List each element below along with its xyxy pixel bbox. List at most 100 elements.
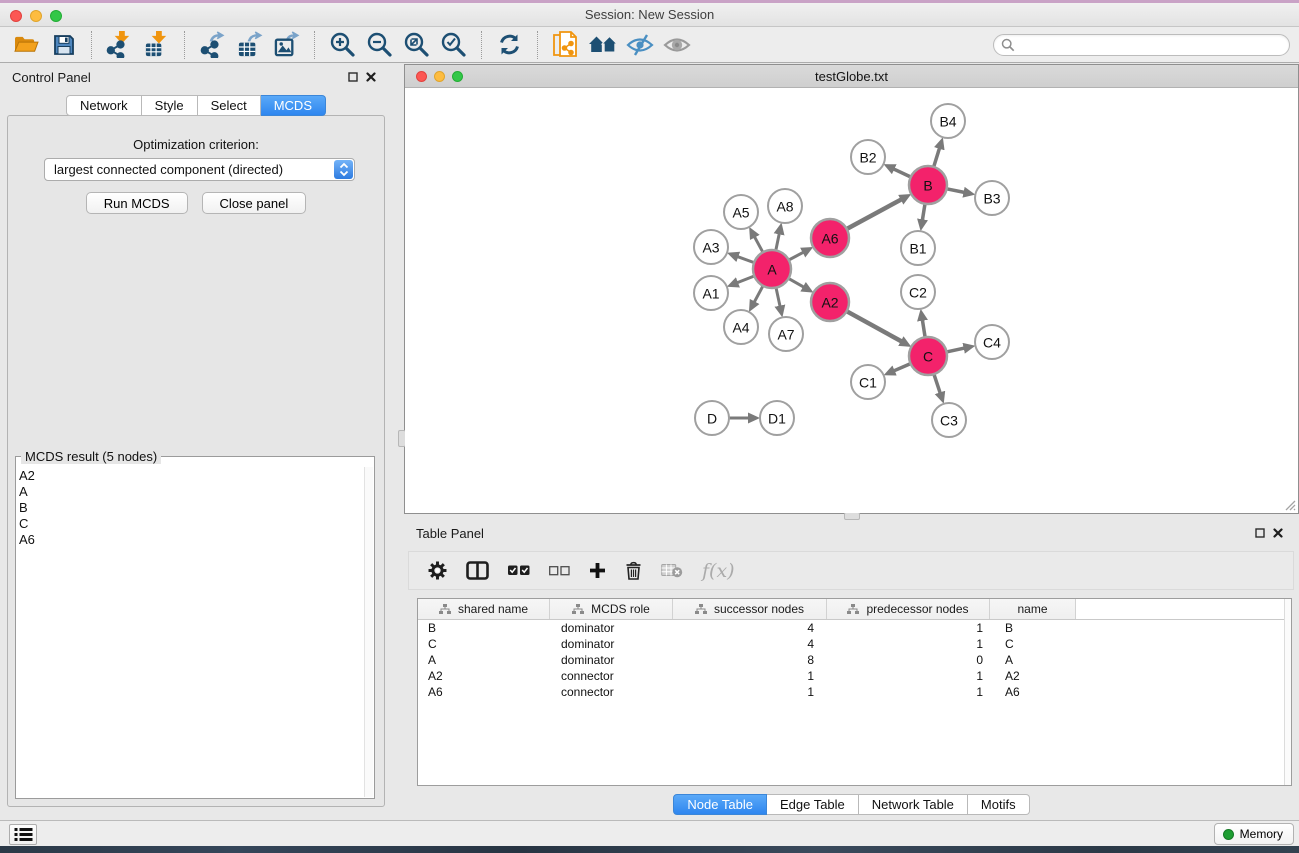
table-scrollbar[interactable] — [1284, 599, 1291, 785]
edge-A-A8[interactable] — [776, 232, 780, 250]
float-table-panel-button[interactable] — [1251, 525, 1269, 541]
delete-column-button[interactable] — [625, 561, 642, 580]
memory-status-button[interactable]: Memory — [1214, 823, 1294, 845]
minimize-network-button[interactable] — [434, 71, 445, 82]
mcds-result-item[interactable]: A2 — [19, 468, 362, 484]
close-mcds-panel-button[interactable]: Close panel — [202, 192, 307, 214]
zoom-window-button[interactable] — [50, 10, 62, 22]
table-tab-edge-table[interactable]: Edge Table — [767, 794, 859, 815]
edge-A-A1[interactable] — [736, 276, 754, 283]
edge-A-A2[interactable] — [789, 278, 805, 287]
node-A8[interactable]: A8 — [768, 189, 802, 223]
tab-select[interactable]: Select — [198, 95, 261, 116]
node-C2[interactable]: C2 — [901, 275, 935, 309]
toggle-column-view-button[interactable] — [466, 561, 489, 580]
node-B3[interactable]: B3 — [975, 181, 1009, 215]
save-session-button[interactable] — [45, 28, 82, 61]
column-header-MCDS-role[interactable]: MCDS role — [550, 599, 673, 619]
node-A2[interactable]: A2 — [811, 283, 849, 321]
table-tab-network-table[interactable]: Network Table — [859, 794, 968, 815]
table-row[interactable]: Cdominator41C — [418, 636, 1291, 652]
zoom-fit-button[interactable] — [398, 28, 435, 61]
node-C[interactable]: C — [909, 337, 947, 375]
show-hidden-button[interactable] — [658, 28, 695, 61]
mcds-result-item[interactable]: B — [19, 500, 362, 516]
table-tab-node-table[interactable]: Node Table — [673, 794, 767, 815]
select-all-button[interactable] — [508, 565, 530, 576]
zoom-in-button[interactable] — [324, 28, 361, 61]
run-mcds-button[interactable]: Run MCDS — [86, 192, 188, 214]
import-network-button[interactable] — [101, 28, 138, 61]
tab-style[interactable]: Style — [142, 95, 198, 116]
edge-A6-B[interactable] — [847, 199, 903, 229]
hide-selected-button[interactable] — [621, 28, 658, 61]
column-header-name[interactable]: name — [990, 599, 1076, 619]
node-C4[interactable]: C4 — [975, 325, 1009, 359]
node-B4[interactable]: B4 — [931, 104, 965, 138]
edge-B-B4[interactable] — [934, 147, 940, 167]
zoom-selected-button[interactable] — [435, 28, 472, 61]
zoom-network-button[interactable] — [452, 71, 463, 82]
node-A4[interactable]: A4 — [724, 310, 758, 344]
column-header-shared-name[interactable]: shared name — [418, 599, 550, 619]
open-session-button[interactable] — [8, 28, 45, 61]
export-image-button[interactable] — [268, 28, 305, 61]
result-scrollbar[interactable] — [364, 467, 373, 797]
network-canvas[interactable]: B4B2BB3A5A8A6A3B1AA1C2A2A4A7C4CC1C3DD1 — [405, 89, 1298, 513]
function-builder-button[interactable]: f(x) — [702, 560, 735, 582]
close-network-button[interactable] — [416, 71, 427, 82]
tab-mcds[interactable]: MCDS — [261, 95, 326, 116]
edge-A-A7[interactable] — [776, 288, 780, 308]
node-B2[interactable]: B2 — [851, 140, 885, 174]
search-field[interactable] — [993, 34, 1290, 56]
node-A7[interactable]: A7 — [769, 317, 803, 351]
refresh-layout-button[interactable] — [491, 28, 528, 61]
node-A6[interactable]: A6 — [811, 219, 849, 257]
zoom-out-button[interactable] — [361, 28, 398, 61]
edge-C-C4[interactable] — [947, 348, 966, 352]
deselect-all-button[interactable] — [549, 566, 570, 576]
edge-A-A4[interactable] — [754, 286, 763, 303]
edge-B-B1[interactable] — [922, 204, 925, 222]
node-A1[interactable]: A1 — [694, 276, 728, 310]
column-header-predecessor-nodes[interactable]: predecessor nodes — [827, 599, 990, 619]
create-column-button[interactable] — [589, 562, 606, 579]
node-C1[interactable]: C1 — [851, 365, 885, 399]
edge-B-B3[interactable] — [947, 189, 966, 193]
edge-C-C2[interactable] — [922, 319, 925, 338]
edge-A-A5[interactable] — [754, 236, 763, 253]
node-A3[interactable]: A3 — [694, 230, 728, 264]
table-row[interactable]: Adominator80A — [418, 652, 1291, 668]
table-row[interactable]: Bdominator41B — [418, 620, 1291, 636]
close-table-panel-button[interactable] — [1269, 525, 1287, 541]
table-settings-button[interactable] — [428, 561, 447, 580]
mcds-result-item[interactable]: C — [19, 516, 362, 532]
node-A[interactable]: A — [753, 250, 791, 288]
column-header-successor-nodes[interactable]: successor nodes — [673, 599, 827, 619]
node-C3[interactable]: C3 — [932, 403, 966, 437]
edge-A-A6[interactable] — [789, 252, 805, 260]
select-stepper[interactable] — [334, 160, 353, 179]
delete-table-button[interactable] — [661, 563, 683, 578]
tab-network[interactable]: Network — [66, 95, 142, 116]
home-button[interactable] — [584, 28, 621, 61]
export-table-button[interactable] — [231, 28, 268, 61]
mcds-result-item[interactable]: A — [19, 484, 362, 500]
network-graph[interactable]: B4B2BB3A5A8A6A3B1AA1C2A2A4A7C4CC1C3DD1 — [405, 89, 1298, 514]
import-table-button[interactable] — [138, 28, 175, 61]
float-panel-button[interactable] — [344, 69, 362, 85]
mcds-result-list[interactable]: A2ABCA6 — [19, 468, 362, 796]
node-B[interactable]: B — [909, 166, 947, 204]
node-B1[interactable]: B1 — [901, 231, 935, 265]
node-D[interactable]: D — [695, 401, 729, 435]
edge-C-C1[interactable] — [893, 364, 911, 372]
export-network-button[interactable] — [194, 28, 231, 61]
edge-A-A3[interactable] — [736, 256, 754, 262]
node-table[interactable]: shared nameMCDS rolesuccessor nodesprede… — [417, 598, 1292, 786]
optimization-criterion-select[interactable]: largest connected component (directed) — [44, 158, 355, 181]
node-A5[interactable]: A5 — [724, 195, 758, 229]
new-network-from-file-button[interactable] — [547, 28, 584, 61]
edge-A2-C[interactable] — [847, 311, 903, 342]
resize-grip-icon[interactable] — [1282, 497, 1296, 511]
task-history-button[interactable] — [9, 824, 37, 845]
